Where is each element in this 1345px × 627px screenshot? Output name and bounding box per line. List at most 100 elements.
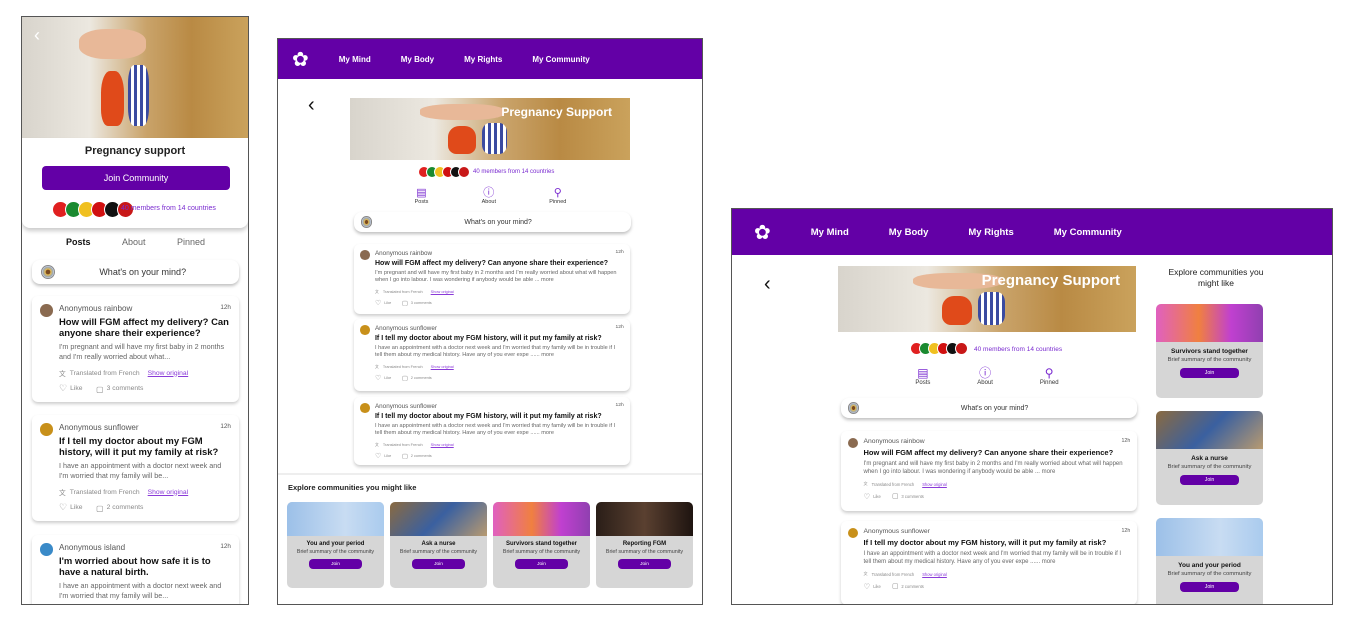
show-original-link[interactable]: Show original [431,290,454,294]
tab-pinned[interactable]: Pinned [177,237,205,247]
composer-placeholder[interactable]: What's on your mind? [372,219,624,226]
user-avatar [361,216,373,228]
community-card[interactable]: Ask a nurse Brief summary of the communit… [1156,411,1263,505]
join-button[interactable]: Join [411,559,466,569]
comments-count[interactable]: 2 comments [411,376,432,380]
lotus-icon[interactable]: ✿ [292,47,309,72]
tab-pinned[interactable]: ⚲ Pinned [1040,366,1059,386]
comment-icon[interactable]: ▢ [96,503,104,513]
join-button[interactable]: Join [308,559,363,569]
comments-count[interactable]: 2 comments [901,584,923,589]
community-card[interactable]: Survivors stand together Brief summary of… [493,502,590,588]
join-community-button[interactable]: Join Community [42,166,230,190]
post-title[interactable]: How will FGM affect my delivery? Can any… [59,317,231,339]
comments-count[interactable]: 3 comments [411,301,432,305]
post-title[interactable]: I'm worried about how safe it is to have… [59,556,231,578]
post-card[interactable]: Anonymous island 12h I'm worried about how… [32,535,239,604]
like-button[interactable]: Like [70,504,82,511]
nav-my-body[interactable]: My Body [401,55,434,64]
tab-posts[interactable]: Posts [66,237,91,247]
comment-icon[interactable]: ▢ [96,384,104,394]
post-title[interactable]: How will FGM affect my delivery? Can any… [864,448,1131,457]
comment-icon[interactable]: ▢ [892,582,898,590]
like-button[interactable]: Like [70,385,82,392]
tab-pinned[interactable]: ⚲ Pinned [549,187,566,205]
post-card[interactable]: Anonymous sunflower 12h If I tell my docto… [841,521,1137,604]
post-card[interactable]: Anonymous rainbow 12h How will FGM affect … [32,296,239,402]
nav-my-rights[interactable]: My Rights [464,55,502,64]
tab-posts[interactable]: ▤ Posts [415,187,429,205]
like-button[interactable]: Like [384,454,391,458]
back-button[interactable]: ‹ [34,25,40,46]
heart-icon[interactable]: ♡ [375,452,381,460]
post-composer[interactable]: What's on your mind? [354,212,631,232]
post-card[interactable]: Anonymous rainbow 12h How will FGM affect … [841,431,1137,511]
post-title[interactable]: If I tell my doctor about my FGM history… [375,413,624,420]
comments-count[interactable]: 3 comments [901,494,923,499]
show-original-link[interactable]: Show original [922,572,947,577]
back-button[interactable]: ‹ [764,273,771,296]
comments-count[interactable]: 3 comments [107,385,144,392]
post-card[interactable]: Anonymous sunflower 12h If I tell my docto… [354,397,630,465]
members-count[interactable]: 40 members from 14 countries [121,205,216,212]
post-title[interactable]: If I tell my doctor about my FGM history… [59,436,231,458]
comment-icon[interactable]: ▢ [402,375,408,382]
heart-icon[interactable]: ♡ [375,299,381,307]
post-title[interactable]: If I tell my doctor about my FGM history… [864,538,1131,547]
nav-my-body[interactable]: My Body [889,227,929,238]
tab-about[interactable]: About [122,237,146,247]
post-title[interactable]: How will FGM affect my delivery? Can any… [375,260,624,267]
like-button[interactable]: Like [873,584,881,589]
heart-icon[interactable]: ♡ [375,374,381,382]
members-count[interactable]: 40 members from 14 countries [974,346,1062,353]
back-button[interactable]: ‹ [308,94,315,117]
post-actions: ♡ Like ▢ 2 comments [59,502,231,513]
like-button[interactable]: Like [384,301,391,305]
nav-my-rights[interactable]: My Rights [968,227,1013,238]
join-button[interactable]: Join [1180,581,1239,593]
comments-count[interactable]: 2 comments [107,504,144,511]
heart-icon[interactable]: ♡ [59,383,67,394]
nav-my-community[interactable]: My Community [532,55,589,64]
show-original-link[interactable]: Show original [148,370,189,377]
like-button[interactable]: Like [384,376,391,380]
post-composer[interactable]: What's on your mind? [841,398,1137,418]
join-button[interactable]: Join [617,559,672,569]
nav-my-community[interactable]: My Community [1054,227,1122,238]
join-button[interactable]: Join [1180,474,1239,486]
community-card[interactable]: You and your period Brief summary of the … [287,502,384,588]
nav-my-mind[interactable]: My Mind [811,227,849,238]
members-count[interactable]: 40 members from 14 countries [473,169,554,175]
lotus-icon[interactable]: ✿ [754,220,771,245]
comments-count[interactable]: 2 comments [411,454,432,458]
join-button[interactable]: Join [514,559,569,569]
comment-icon[interactable]: ▢ [892,492,898,500]
tab-about[interactable]: ⓘ About [977,366,993,386]
heart-icon[interactable]: ♡ [864,492,871,501]
nav-my-mind[interactable]: My Mind [339,55,371,64]
heart-icon[interactable]: ♡ [59,502,67,513]
community-card[interactable]: Reporting FGM Brief summary of the commun… [596,502,693,588]
comment-icon[interactable]: ▢ [402,453,408,460]
community-card[interactable]: You and your period Brief summary of the … [1156,518,1263,604]
community-card[interactable]: Survivors stand together Brief summary of… [1156,304,1263,398]
post-composer[interactable]: What's on your mind? [32,260,239,284]
community-name: You and your period [306,541,365,548]
composer-placeholder[interactable]: What's on your mind? [859,405,1130,412]
community-card[interactable]: Ask a nurse Brief summary of the communit… [390,502,487,588]
tab-about[interactable]: ⓘ About [482,187,496,205]
show-original-link[interactable]: Show original [148,489,189,496]
show-original-link[interactable]: Show original [922,482,947,487]
post-card[interactable]: Anonymous rainbow 12h How will FGM affect … [354,244,630,314]
comment-icon[interactable]: ▢ [402,300,408,307]
composer-placeholder[interactable]: What's on your mind? [55,267,230,277]
show-original-link[interactable]: Show original [431,443,454,447]
show-original-link[interactable]: Show original [431,365,454,369]
join-button[interactable]: Join [1180,367,1239,379]
post-card[interactable]: Anonymous sunflower 12h If I tell my docto… [32,415,239,521]
heart-icon[interactable]: ♡ [864,582,871,591]
post-title[interactable]: If I tell my doctor about my FGM history… [375,335,624,342]
tab-posts[interactable]: ▤ Posts [915,366,930,386]
like-button[interactable]: Like [873,494,881,499]
post-card[interactable]: Anonymous sunflower 12h If I tell my docto… [354,319,630,391]
